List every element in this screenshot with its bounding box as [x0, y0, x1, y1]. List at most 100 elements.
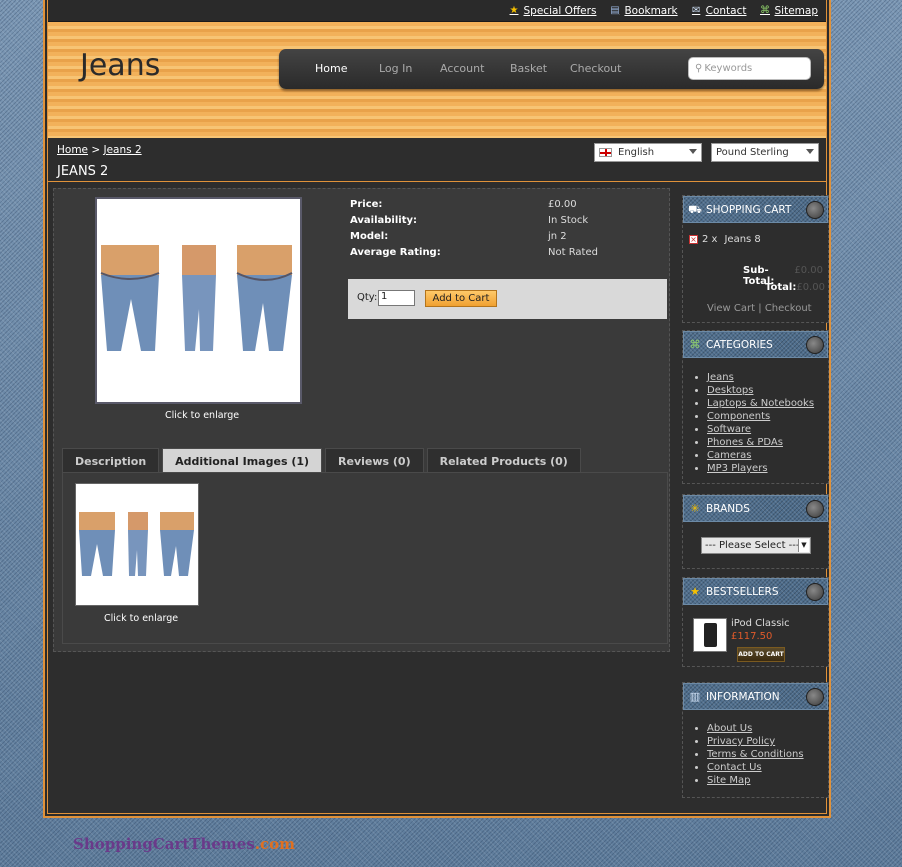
tab-related-products[interactable]: Related Products (0)	[426, 448, 581, 474]
footer-logo[interactable]: ShoppingCartThemes.com	[73, 835, 295, 853]
detail-row: Availability: In Stock	[350, 215, 670, 231]
currency-select[interactable]: Pound Sterling	[711, 143, 819, 162]
store-logo[interactable]: Jeans	[80, 48, 160, 83]
currency-value: Pound Sterling	[716, 147, 789, 158]
categories-list: Jeans Desktops Laptops & Notebooks Compo…	[683, 371, 828, 475]
breadcrumb-bar: Home > Jeans 2 JEANS 2 English Pound Ste…	[48, 138, 826, 182]
detail-label: Availability:	[350, 215, 417, 226]
jeans-thumb-photo	[76, 484, 198, 605]
rivet-icon	[806, 688, 824, 706]
brands-box: ✳ BRANDS --- Please Select --- ▼	[682, 494, 829, 569]
brands-select[interactable]: --- Please Select --- ▼	[701, 537, 811, 554]
categories-icon: ⌘	[689, 337, 701, 351]
star-icon: ★	[509, 4, 519, 16]
rivet-icon	[806, 201, 824, 219]
menu-checkout[interactable]: Checkout	[570, 62, 621, 75]
rivet-icon	[806, 583, 824, 601]
bestseller-price: £117.50	[731, 631, 773, 642]
category-software[interactable]: Software	[707, 424, 751, 435]
view-cart-link[interactable]: View Cart	[707, 303, 755, 314]
detail-value: In Stock	[548, 215, 589, 226]
detail-label: Model:	[350, 231, 389, 242]
information-list: About Us Privacy Policy Terms & Conditio…	[683, 722, 828, 787]
detail-label: Price:	[350, 199, 383, 210]
category-laptops[interactable]: Laptops & Notebooks	[707, 398, 814, 409]
bestsellers-title: BESTSELLERS	[706, 585, 779, 598]
category-cameras[interactable]: Cameras	[707, 450, 751, 461]
brands-heading: ✳ BRANDS	[683, 495, 828, 522]
breadcrumb-home[interactable]: Home	[57, 144, 88, 156]
rivet-icon	[806, 336, 824, 354]
sitemap-link[interactable]: ⌘ Sitemap	[759, 5, 818, 17]
cart-item: × 2 x Jeans 8	[689, 234, 761, 245]
chevron-down-icon	[806, 149, 814, 154]
list-item: Terms & Conditions	[707, 748, 828, 761]
footer-logo-suffix: .com	[254, 835, 296, 853]
category-phones[interactable]: Phones & PDAs	[707, 437, 783, 448]
contact-label: Contact	[705, 4, 747, 17]
tab-description[interactable]: Description	[62, 448, 160, 474]
click-to-enlarge[interactable]: Click to enlarge	[165, 410, 239, 421]
menu-log-in[interactable]: Log In	[379, 62, 412, 75]
special-offers-label: Special Offers	[523, 4, 597, 17]
breadcrumb-separator: >	[91, 144, 104, 156]
info-privacy[interactable]: Privacy Policy	[707, 736, 775, 747]
info-about-us[interactable]: About Us	[707, 723, 752, 734]
categories-title: CATEGORIES	[706, 338, 773, 351]
tab-panel: Click to enlarge	[62, 472, 668, 644]
header: Jeans Home Log In Account Basket Checkou…	[48, 22, 826, 138]
footer-logo-main: ShoppingCartThemes	[73, 835, 255, 853]
jeans-photo	[97, 199, 300, 402]
detail-value: jn 2	[548, 231, 567, 242]
special-offers-link[interactable]: ★ Special Offers	[508, 5, 597, 17]
brands-title: BRANDS	[706, 502, 750, 515]
category-mp3[interactable]: MP3 Players	[707, 463, 768, 474]
bestseller-add-button[interactable]: ADD TO CART	[737, 647, 785, 662]
category-desktops[interactable]: Desktops	[707, 385, 753, 396]
menu-account[interactable]: Account	[440, 62, 484, 75]
search-input[interactable]: ⚲ Keywords	[688, 57, 811, 80]
add-to-cart-button[interactable]: Add to Cart	[425, 290, 497, 307]
menu-home[interactable]: Home	[315, 62, 347, 75]
contact-link[interactable]: ✉ Contact	[690, 5, 747, 17]
list-item: Contact Us	[707, 761, 828, 774]
tab-reviews[interactable]: Reviews (0)	[325, 448, 424, 474]
ipod-icon	[704, 623, 717, 647]
bookmark-label: Bookmark	[624, 4, 678, 17]
shopping-cart-title: SHOPPING CART	[706, 203, 792, 216]
uk-flag-icon	[599, 148, 612, 157]
remove-icon[interactable]: ×	[689, 235, 698, 244]
cart-actions-separator: |	[758, 303, 762, 314]
category-components[interactable]: Components	[707, 411, 770, 422]
qty-input[interactable]: 1	[378, 290, 415, 306]
checkout-link[interactable]: Checkout	[765, 303, 812, 314]
category-jeans[interactable]: Jeans	[707, 372, 734, 383]
additional-image-thumb[interactable]	[75, 483, 199, 606]
product-image[interactable]	[95, 197, 302, 404]
bookmark-icon: ▤	[610, 4, 620, 16]
search-placeholder: Keywords	[704, 63, 753, 74]
info-site-map[interactable]: Site Map	[707, 775, 750, 786]
bestseller-link[interactable]: iPod Classic	[731, 618, 790, 629]
cart-item-link[interactable]: Jeans 8	[724, 234, 760, 245]
bestsellers-heading: ★ BESTSELLERS	[683, 578, 828, 605]
language-select[interactable]: English	[594, 143, 702, 162]
detail-label: Average Rating:	[350, 247, 441, 258]
cart-icon: ⛟	[688, 202, 702, 216]
bookmark-link[interactable]: ▤ Bookmark	[608, 5, 677, 17]
detail-row: Price: £0.00	[350, 199, 670, 215]
info-contact[interactable]: Contact Us	[707, 762, 762, 773]
info-terms[interactable]: Terms & Conditions	[707, 749, 804, 760]
chevron-down-icon: ▼	[798, 539, 809, 552]
tab-additional-images[interactable]: Additional Images (1)	[162, 448, 323, 474]
total-label: Total:	[765, 282, 797, 293]
categories-box: ⌘ CATEGORIES Jeans Desktops Laptops & No…	[682, 330, 829, 484]
breadcrumb-current[interactable]: Jeans 2	[104, 144, 142, 156]
ipod-thumbnail[interactable]	[693, 618, 727, 652]
list-item: Site Map	[707, 774, 828, 787]
menu-basket[interactable]: Basket	[510, 62, 547, 75]
thumb-click-to-enlarge[interactable]: Click to enlarge	[104, 613, 178, 624]
product-content: Click to enlarge Price: £0.00 Availabili…	[53, 188, 670, 652]
page-title: JEANS 2	[57, 164, 109, 179]
list-item: Jeans	[707, 371, 828, 384]
